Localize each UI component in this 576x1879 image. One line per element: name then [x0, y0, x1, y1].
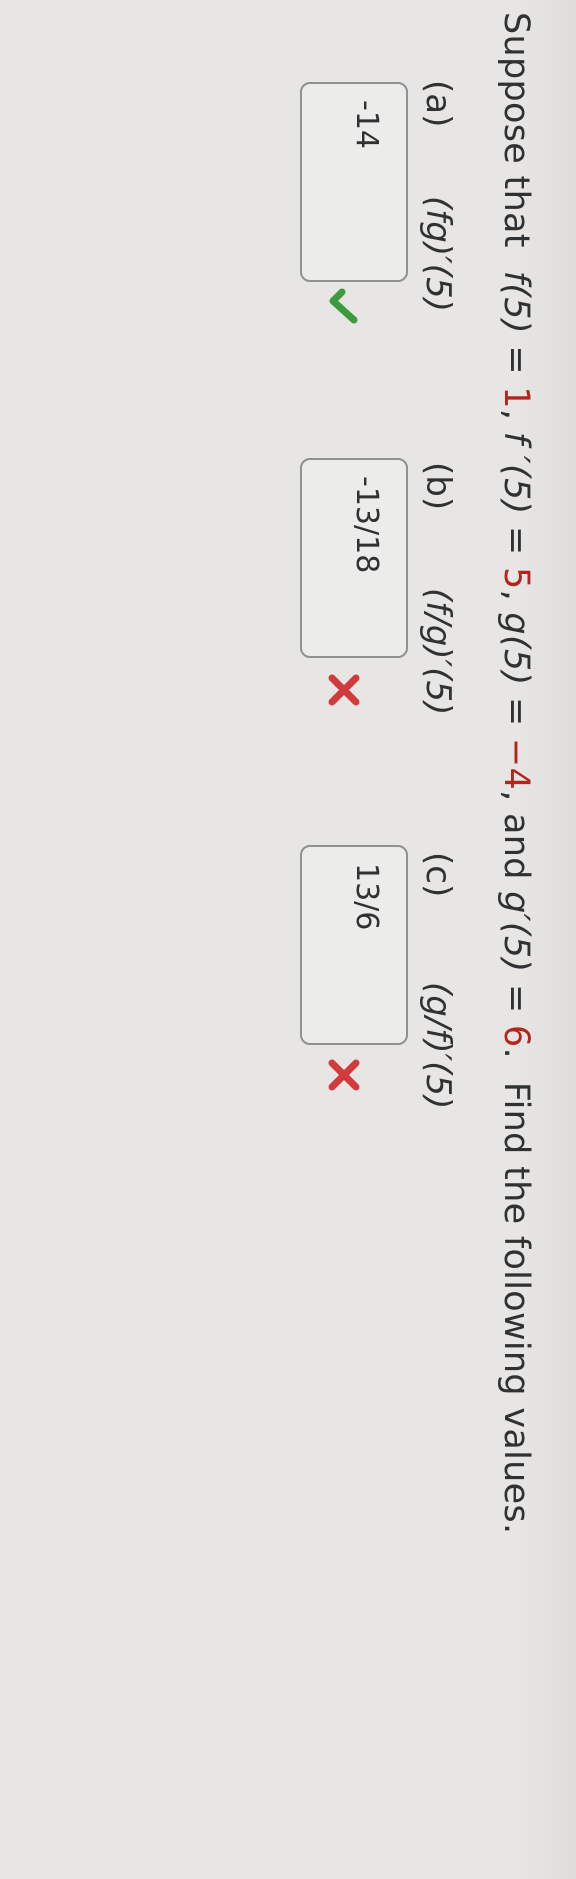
part-b-label: (b)	[418, 462, 458, 510]
problem-statement: Suppose that f(5) = 1, f ′(5) = 5, g(5) …	[496, 12, 536, 1535]
part-a-label: (a)	[418, 80, 458, 127]
part-a-answer-box[interactable]: -14	[300, 82, 408, 282]
part-b-letter: (b)	[418, 462, 458, 511]
f5-value: 1	[496, 386, 536, 409]
and-word: and	[496, 812, 536, 880]
gprime5-value: 6	[496, 1024, 536, 1048]
part-b-expr: (f/g)′(5)	[418, 588, 458, 716]
part-c-answer-box[interactable]: 13/6	[300, 845, 408, 1045]
part-b-expression: (f/g)′(5)	[418, 588, 458, 715]
gprime5-label: g′(5) =	[496, 891, 536, 1014]
problem-intro: Suppose that	[496, 12, 536, 248]
g5-label: g(5) =	[496, 612, 536, 727]
x-icon	[328, 674, 360, 706]
fprime5-label: f ′(5) =	[496, 431, 536, 556]
problem-tail: Find the following values.	[496, 1081, 536, 1535]
part-c-letter: (c)	[418, 852, 458, 898]
part-c-answer-value: 13/6	[349, 863, 384, 931]
part-a-expr: (fg)′(5)	[418, 196, 458, 312]
part-b-answer-value: -13/18	[349, 476, 384, 574]
g5-value: −4	[496, 737, 536, 791]
part-c-label: (c)	[418, 852, 458, 897]
part-a-letter: (a)	[418, 80, 458, 128]
f5-label: f(5) =	[496, 270, 536, 375]
part-a-expression: (fg)′(5)	[418, 196, 458, 312]
part-c-expr: (g/f)′(5)	[418, 982, 458, 1110]
x-icon	[328, 1059, 360, 1091]
part-b-answer-box[interactable]: -13/18	[300, 458, 408, 658]
rotated-question-canvas: Suppose that f(5) = 1, f ′(5) = 5, g(5) …	[0, 0, 576, 1879]
part-a-answer-value: -14	[349, 100, 384, 149]
part-c-expression: (g/f)′(5)	[418, 982, 458, 1109]
check-icon	[329, 288, 358, 324]
fprime5-value: 5	[496, 566, 536, 590]
